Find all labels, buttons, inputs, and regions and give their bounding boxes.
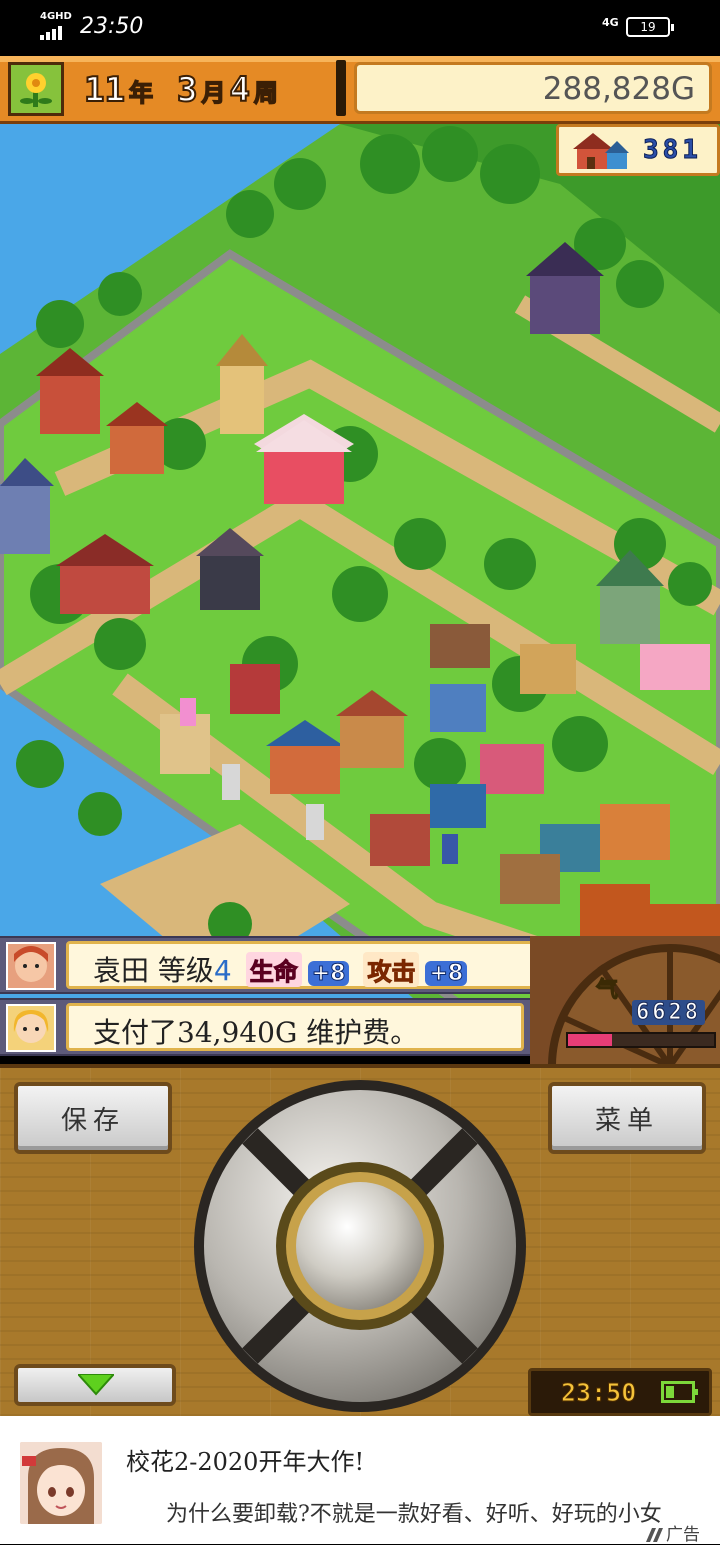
qi-progress-fill — [568, 1034, 612, 1046]
ad-description: 为什么要卸载?不就是一款好看、好听、好玩的小女 — [166, 1502, 662, 1527]
flower-icon[interactable] — [8, 62, 64, 116]
game-clock: 23:50 — [528, 1368, 712, 1416]
avatar — [6, 1004, 56, 1052]
avatar — [6, 942, 56, 990]
gold-display: 288,828G — [354, 62, 712, 114]
life-plus: +8 — [307, 961, 350, 987]
year-unit: 年 — [128, 78, 154, 108]
qi-label: 气 — [595, 978, 619, 1004]
qi-progress-bar — [566, 1032, 716, 1048]
battery-icon: 19 — [626, 17, 674, 37]
ad-title: 校花2-2020开年大作! — [126, 1448, 365, 1476]
network-type-right: 4G — [602, 16, 619, 29]
level-value: 4 — [213, 954, 232, 987]
month-value: 3 — [176, 69, 199, 111]
dpad[interactable] — [190, 1076, 530, 1416]
message-text: 袁田 等级4 生命 +8 攻击 +8 — [93, 949, 468, 989]
status-time: 23:50 — [80, 14, 144, 39]
save-button[interactable]: 保存 — [14, 1082, 172, 1154]
top-bar: 11 年 3 月 4 周 288,828G — [0, 56, 720, 124]
clock-time: 23:50 — [560, 1378, 637, 1408]
collapse-button[interactable] — [14, 1364, 176, 1406]
control-panel: 保存 菜单 23:50 — [0, 1064, 720, 1416]
attack-badge: 攻击 — [363, 952, 420, 987]
game-screen: 11 年 3 月 4 周 288,828G 381 袁田 等级4 生命 +8 攻击 — [0, 56, 720, 1416]
message-row-2: 支付了34,940G 维护费。 — [0, 998, 530, 1056]
week-unit: 周 — [253, 78, 279, 108]
ad-label: 广告 — [646, 1520, 700, 1545]
ad-tag-text: 广告 — [666, 1525, 700, 1545]
message-box: 袁田 等级4 生命 +8 攻击 +8 — [66, 941, 588, 989]
attack-plus: +8 — [425, 961, 468, 987]
network-type: 4GHD — [40, 11, 72, 22]
signal-icon — [40, 26, 62, 40]
population-count: 381 — [643, 135, 702, 166]
save-button-label: 保存 — [60, 1106, 125, 1136]
ad-logo-icon — [646, 1528, 663, 1542]
message-text: 支付了34,940G 维护费。 — [93, 1016, 419, 1049]
battery-icon — [661, 1381, 698, 1403]
menu-button-label: 菜单 — [594, 1106, 659, 1136]
status-bar: 4GHD 23:50 4G 19 — [0, 0, 720, 56]
ad-thumbnail[interactable] — [20, 1442, 102, 1524]
week-value: 4 — [228, 69, 251, 111]
menu-button[interactable]: 菜单 — [548, 1082, 706, 1154]
qi-value: 6628 — [632, 1000, 705, 1026]
life-badge: 生命 — [245, 952, 302, 987]
population-display[interactable]: 381 — [556, 124, 720, 176]
year-value: 11 — [83, 69, 126, 111]
ad-banner[interactable]: 校花2-2020开年大作! 为什么要卸载?不就是一款好看、好听、好玩的小女 广告 — [0, 1416, 720, 1545]
month-unit: 月 — [201, 78, 227, 108]
gold-amount: 288,828G — [542, 71, 695, 107]
week-progress-marker — [336, 60, 346, 116]
character-name-level: 袁田 等级 — [93, 954, 214, 987]
town-map[interactable] — [0, 124, 720, 1004]
message-row-1: 袁田 等级4 生命 +8 攻击 +8 — [0, 936, 595, 994]
chevron-down-icon — [78, 1374, 114, 1396]
game-date: 11 年 3 月 4 周 — [83, 69, 279, 111]
message-box: 支付了34,940G 维护费。 — [66, 1003, 524, 1051]
house-icon — [573, 133, 629, 169]
